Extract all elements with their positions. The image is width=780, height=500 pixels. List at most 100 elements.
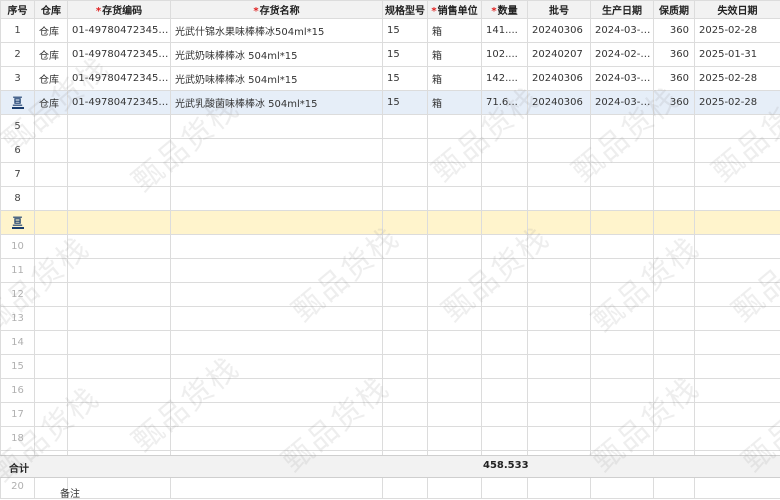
row-number[interactable]: 亘	[1, 91, 35, 115]
empty-cell[interactable]	[428, 307, 482, 331]
table-row[interactable]: 亘仓库01-4978047234565光武乳酸菌味棒棒冰 504ml*1515箱…	[1, 91, 780, 115]
empty-cell[interactable]	[591, 235, 654, 259]
col-header-seq[interactable]: 序号	[1, 1, 35, 19]
empty-cell[interactable]	[428, 259, 482, 283]
empty-cell[interactable]	[654, 355, 695, 379]
empty-cell[interactable]	[428, 331, 482, 355]
empty-cell[interactable]	[695, 211, 780, 235]
empty-row[interactable]: 11	[1, 259, 780, 283]
empty-cell[interactable]	[383, 259, 428, 283]
empty-cell[interactable]	[695, 475, 780, 499]
empty-row[interactable]: 5	[1, 115, 780, 139]
empty-cell[interactable]	[654, 259, 695, 283]
cell-expiry[interactable]: 2025-02-28	[695, 67, 780, 91]
empty-cell[interactable]	[68, 355, 171, 379]
empty-row[interactable]: 6	[1, 139, 780, 163]
cell-warehouse[interactable]: 仓库	[35, 67, 68, 91]
empty-cell[interactable]	[428, 427, 482, 451]
row-number[interactable]: 2	[1, 43, 35, 67]
empty-cell[interactable]	[68, 139, 171, 163]
empty-cell[interactable]	[383, 187, 428, 211]
empty-cell[interactable]	[695, 235, 780, 259]
empty-cell[interactable]	[428, 475, 482, 499]
empty-cell[interactable]	[428, 187, 482, 211]
empty-cell[interactable]	[591, 403, 654, 427]
empty-cell[interactable]	[383, 427, 428, 451]
row-number[interactable]: 15	[1, 355, 35, 379]
row-number[interactable]: 13	[1, 307, 35, 331]
empty-cell[interactable]	[482, 475, 528, 499]
cell-expiry[interactable]: 2025-02-28	[695, 19, 780, 43]
empty-cell[interactable]	[68, 427, 171, 451]
empty-cell[interactable]	[35, 139, 68, 163]
empty-cell[interactable]	[654, 427, 695, 451]
empty-cell[interactable]	[171, 163, 383, 187]
empty-cell[interactable]	[591, 331, 654, 355]
cell-code[interactable]: 01-4978047234558	[68, 43, 171, 67]
row-number[interactable]: 5	[1, 115, 35, 139]
cell-mfg[interactable]: 2024-03-06	[591, 91, 654, 115]
empty-cell[interactable]	[654, 283, 695, 307]
col-header-spec[interactable]: 规格型号	[383, 1, 428, 19]
empty-cell[interactable]	[482, 235, 528, 259]
empty-cell[interactable]	[591, 115, 654, 139]
col-header-qty[interactable]: *数量	[482, 1, 528, 19]
row-action-icon[interactable]: 亘	[12, 218, 24, 229]
empty-cell[interactable]	[528, 259, 591, 283]
empty-cell[interactable]	[171, 355, 383, 379]
empty-cell[interactable]	[528, 211, 591, 235]
empty-cell[interactable]	[171, 307, 383, 331]
empty-cell[interactable]	[528, 379, 591, 403]
empty-cell[interactable]	[383, 331, 428, 355]
empty-cell[interactable]	[171, 379, 383, 403]
empty-cell[interactable]	[171, 235, 383, 259]
cell-spec[interactable]: 15	[383, 43, 428, 67]
empty-cell[interactable]	[171, 259, 383, 283]
empty-cell[interactable]	[383, 307, 428, 331]
cell-warehouse[interactable]: 仓库	[35, 91, 68, 115]
empty-cell[interactable]	[654, 379, 695, 403]
row-number[interactable]: 7	[1, 163, 35, 187]
empty-cell[interactable]	[482, 139, 528, 163]
empty-cell[interactable]	[35, 187, 68, 211]
empty-cell[interactable]	[482, 307, 528, 331]
empty-cell[interactable]	[428, 403, 482, 427]
empty-cell[interactable]	[482, 355, 528, 379]
row-action-icon[interactable]: 亘	[12, 98, 24, 109]
empty-cell[interactable]	[528, 427, 591, 451]
empty-cell[interactable]	[591, 355, 654, 379]
empty-cell[interactable]	[695, 331, 780, 355]
cell-batch[interactable]: 20240306	[528, 67, 591, 91]
empty-cell[interactable]	[695, 259, 780, 283]
empty-cell[interactable]	[171, 139, 383, 163]
cell-shelf[interactable]: 360	[654, 67, 695, 91]
empty-cell[interactable]	[591, 283, 654, 307]
cell-spec[interactable]: 15	[383, 67, 428, 91]
empty-cell[interactable]	[428, 163, 482, 187]
empty-cell[interactable]	[68, 259, 171, 283]
empty-row[interactable]: 亘	[1, 211, 780, 235]
empty-row[interactable]: 15	[1, 355, 780, 379]
cell-name[interactable]: 光武什锦水果味棒棒冰504ml*15	[171, 19, 383, 43]
cell-qty[interactable]: 141....	[482, 19, 528, 43]
empty-cell[interactable]	[482, 115, 528, 139]
empty-cell[interactable]	[383, 115, 428, 139]
empty-cell[interactable]	[35, 379, 68, 403]
empty-cell[interactable]	[528, 139, 591, 163]
empty-row[interactable]: 18	[1, 427, 780, 451]
empty-cell[interactable]	[68, 235, 171, 259]
empty-cell[interactable]	[35, 115, 68, 139]
empty-cell[interactable]	[383, 283, 428, 307]
empty-cell[interactable]	[68, 115, 171, 139]
cell-code[interactable]: 01-4978047234558	[68, 67, 171, 91]
cell-name[interactable]: 光武奶味棒棒冰 504ml*15	[171, 67, 383, 91]
empty-cell[interactable]	[35, 355, 68, 379]
empty-cell[interactable]	[695, 115, 780, 139]
row-number[interactable]: 17	[1, 403, 35, 427]
col-header-expiry[interactable]: 失效日期	[695, 1, 780, 19]
cell-code[interactable]: 01-4978047234527	[68, 19, 171, 43]
empty-cell[interactable]	[695, 283, 780, 307]
empty-cell[interactable]	[654, 307, 695, 331]
col-header-shelf[interactable]: 保质期	[654, 1, 695, 19]
empty-cell[interactable]	[482, 283, 528, 307]
